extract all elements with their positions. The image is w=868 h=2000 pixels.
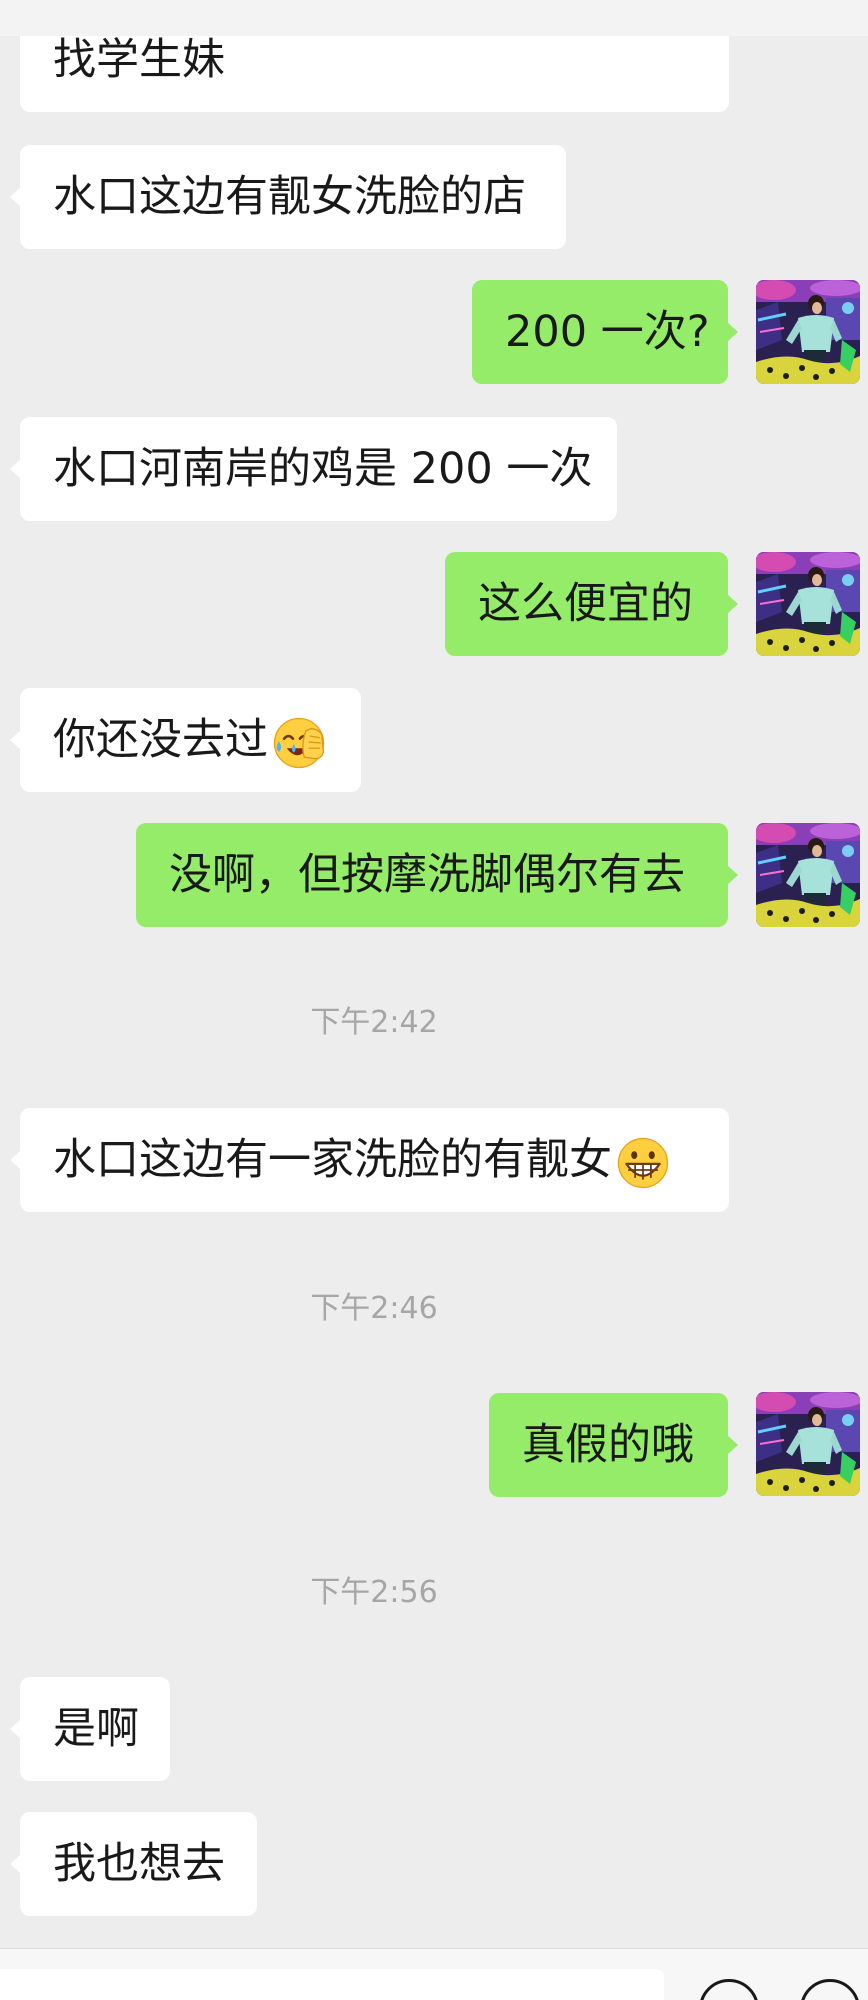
user-avatar-photo	[756, 823, 860, 927]
message-sent[interactable]: 这么便宜的	[445, 552, 738, 656]
message-text: 你还没去过	[53, 715, 268, 765]
message-received[interactable]: 水口这边有一家洗脸的有靓女	[10, 1108, 729, 1212]
message-sent[interactable]: 200 一次?	[472, 280, 738, 384]
message-text: 我也想去	[53, 1839, 225, 1889]
message-text: 是啊	[53, 1704, 139, 1754]
bubble-tail	[727, 322, 738, 342]
message-sent[interactable]: 没啊，但按摩洗脚偶尔有去	[136, 823, 738, 927]
message-text: 找学生妹	[53, 35, 225, 85]
chat-timestamp: 下午2:42	[310, 1005, 438, 1040]
message-input[interactable]	[0, 1969, 664, 2000]
message-text: 200 一次?	[505, 307, 710, 357]
message-received[interactable]: 我也想去	[10, 1812, 257, 1916]
bubble-tail	[10, 730, 21, 750]
bubble-tail	[10, 187, 21, 207]
grin-emoji-icon	[615, 1135, 671, 1191]
chat-screen: 找学生妹 水口这边有靓女洗脸的店 200 一次? 水口河南岸的鸡是 200 一次…	[0, 0, 868, 2000]
bubble-tail	[727, 594, 738, 614]
message-received[interactable]: 你还没去过	[10, 688, 361, 792]
message-received[interactable]: 水口这边有靓女洗脸的店	[10, 145, 566, 249]
user-avatar-photo	[756, 1392, 860, 1496]
bubble-tail	[727, 1435, 738, 1455]
facepalm-emoji-icon	[271, 715, 327, 771]
message-received[interactable]: 水口河南岸的鸡是 200 一次	[10, 417, 617, 521]
message-text: 水口河南岸的鸡是 200 一次	[53, 444, 593, 494]
my-avatar[interactable]	[756, 823, 860, 927]
input-bar	[0, 1948, 868, 2000]
bubble-tail	[727, 865, 738, 885]
message-text: 这么便宜的	[478, 579, 693, 629]
user-avatar-photo	[756, 552, 860, 656]
user-avatar-photo	[756, 280, 860, 384]
my-avatar[interactable]	[756, 280, 860, 384]
message-text: 真假的哦	[522, 1420, 694, 1470]
bubble-tail	[10, 1150, 21, 1170]
message-sent[interactable]: 真假的哦	[489, 1393, 738, 1497]
message-text: 水口这边有靓女洗脸的店	[53, 172, 526, 222]
message-text: 没啊，但按摩洗脚偶尔有去	[169, 850, 685, 900]
more-plus-button[interactable]	[800, 1979, 860, 2000]
header-bar	[0, 0, 868, 36]
bubble-tail	[10, 1854, 21, 1874]
message-text: 水口这边有一家洗脸的有靓女	[53, 1135, 612, 1185]
my-avatar[interactable]	[756, 552, 860, 656]
my-avatar[interactable]	[756, 1392, 860, 1496]
chat-timestamp: 下午2:46	[310, 1291, 438, 1326]
bubble-tail	[10, 459, 21, 479]
bubble-tail	[10, 1719, 21, 1739]
emoji-button[interactable]	[699, 1979, 759, 2000]
message-received[interactable]: 是啊	[10, 1677, 170, 1781]
chat-timestamp: 下午2:56	[310, 1575, 438, 1610]
